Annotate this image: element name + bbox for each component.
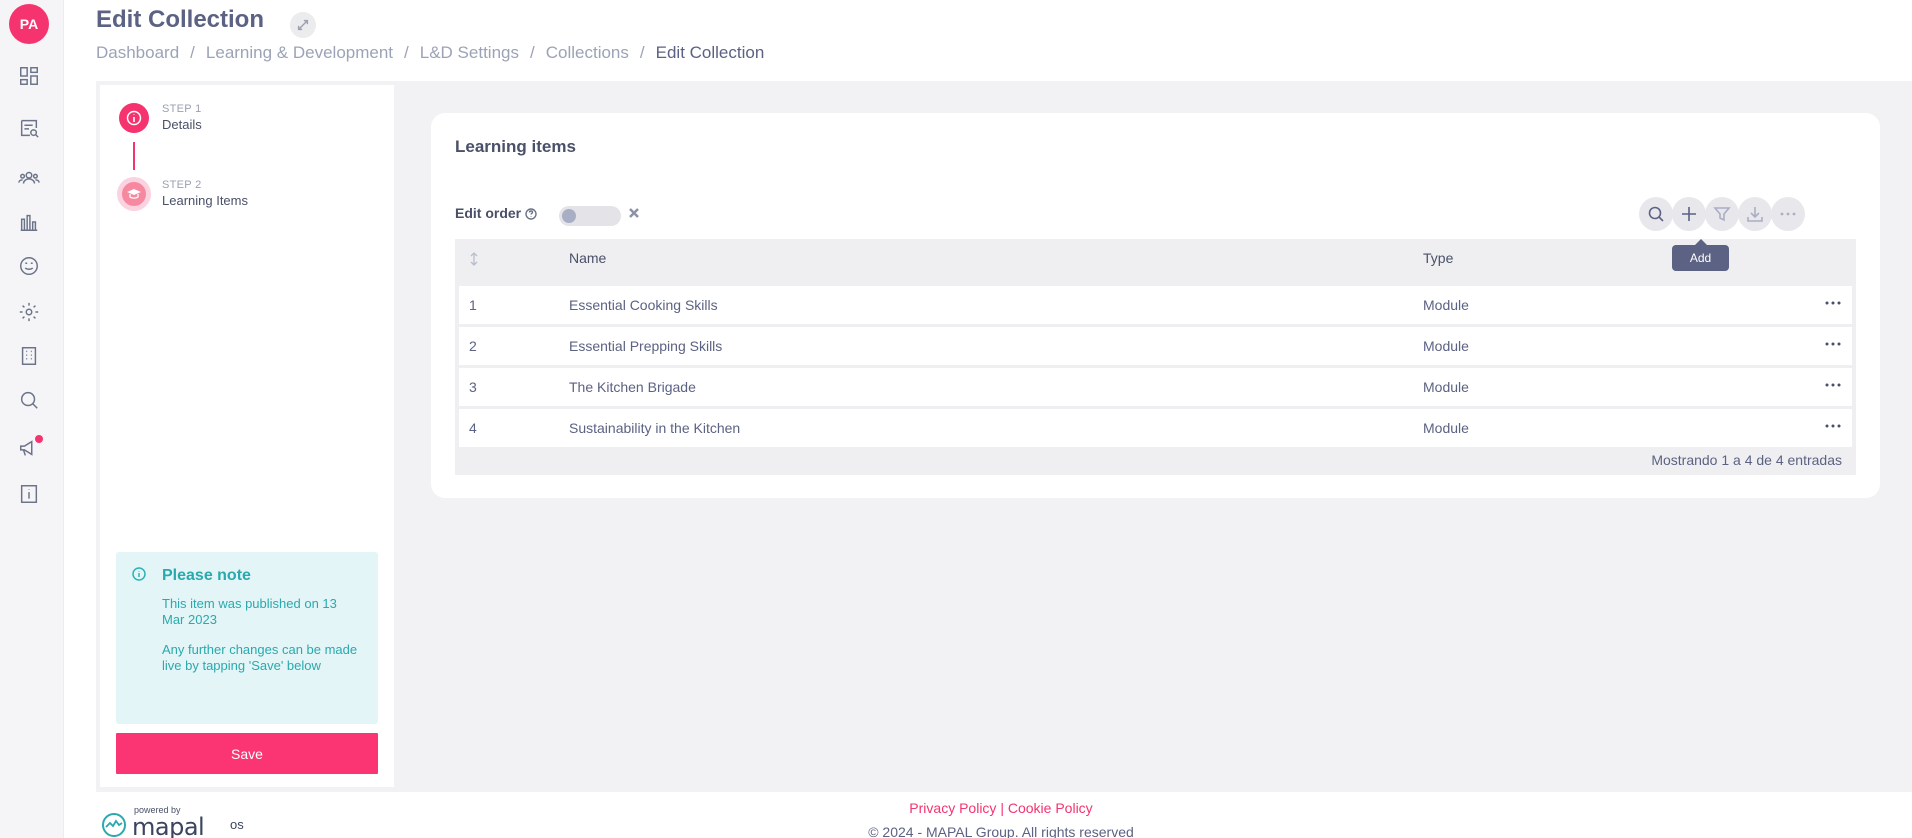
search-button[interactable] (1639, 197, 1673, 231)
row-actions-icon[interactable] (1822, 294, 1844, 312)
avatar[interactable]: PA (9, 4, 49, 44)
info-book-icon[interactable] (17, 482, 41, 506)
megaphone-icon[interactable] (17, 435, 43, 460)
sort-icon[interactable] (469, 252, 479, 266)
search-icon (1648, 206, 1664, 222)
dashboard-icon[interactable] (17, 64, 41, 88)
card-title: Learning items (455, 137, 576, 156)
toggle-knob (562, 209, 576, 223)
table-row[interactable]: 3 The Kitchen Brigade Module (459, 368, 1852, 406)
search-icon[interactable] (17, 388, 41, 412)
ellipsis-icon (1780, 212, 1796, 216)
step-connector (133, 142, 135, 170)
column-name[interactable]: Name (569, 250, 606, 266)
row-type: Module (1423, 420, 1469, 436)
graduation-cap-icon (122, 182, 146, 206)
info-icon (132, 567, 146, 581)
smiley-icon[interactable] (17, 254, 41, 278)
download-button[interactable] (1738, 197, 1772, 231)
copyright: © 2024 - MAPAL Group. All rights reserve… (868, 824, 1134, 838)
plus-icon (1682, 207, 1696, 221)
report-search-icon[interactable] (17, 116, 41, 140)
row-name: The Kitchen Brigade (569, 379, 696, 395)
learning-items-table: Name Type 1 Essential Cooking Skills Mod… (455, 239, 1856, 475)
breadcrumb-ld-settings[interactable]: L&D Settings (420, 43, 519, 63)
table-row[interactable]: 4 Sustainability in the Kitchen Module (459, 409, 1852, 447)
row-type: Module (1423, 338, 1469, 354)
row-type: Module (1423, 297, 1469, 313)
row-index: 3 (469, 379, 477, 395)
privacy-policy-link[interactable]: Privacy Policy (909, 800, 996, 816)
breadcrumb-dashboard[interactable]: Dashboard (96, 43, 179, 63)
row-index: 1 (469, 297, 477, 313)
add-tooltip: Add (1672, 239, 1729, 271)
table-row[interactable]: 2 Essential Prepping Skills Module (459, 327, 1852, 365)
breadcrumb: Dashboard / Learning & Development / L&D… (96, 43, 765, 63)
help-icon[interactable] (525, 207, 537, 220)
table-row[interactable]: 1 Essential Cooking Skills Module (459, 286, 1852, 324)
column-type[interactable]: Type (1423, 250, 1453, 266)
more-options-button[interactable] (1771, 197, 1805, 231)
step-1-label[interactable]: Details (162, 117, 202, 132)
page-title: Edit Collection (96, 6, 264, 33)
cookie-policy-link[interactable]: Cookie Policy (1008, 800, 1093, 816)
step-1-number: STEP 1 (162, 103, 202, 115)
breadcrumb-learning-development[interactable]: Learning & Development (206, 43, 393, 63)
building-icon[interactable] (17, 344, 41, 368)
learning-items-card: Learning items Edit order Name Type 1 Es… (431, 113, 1880, 498)
step-learning-items[interactable] (117, 177, 151, 211)
step-details-info-icon[interactable] (119, 103, 149, 133)
settings-icon[interactable] (17, 300, 41, 324)
row-actions-icon[interactable] (1822, 335, 1844, 353)
breadcrumb-current: Edit Collection (655, 43, 765, 62)
row-actions-icon[interactable] (1822, 417, 1844, 435)
footer-links: Privacy Policy | Cookie Policy (0, 800, 1912, 816)
side-rail: PA (0, 0, 64, 838)
publish-note: Please note This item was published on 1… (116, 552, 378, 724)
row-actions-icon[interactable] (1822, 376, 1844, 394)
note-changes-text: Any further changes can be made live by … (162, 642, 358, 673)
add-button[interactable] (1672, 197, 1706, 231)
edit-order-label: Edit order (455, 205, 537, 221)
download-icon (1747, 207, 1763, 222)
filter-icon (1713, 207, 1731, 222)
notification-dot (35, 435, 43, 443)
edit-order-toggle[interactable] (559, 206, 621, 226)
row-index: 2 (469, 338, 477, 354)
analytics-icon[interactable] (17, 210, 41, 234)
save-button[interactable]: Save (116, 733, 378, 774)
table-pagination-info: Mostrando 1 a 4 de 4 entradas (1651, 452, 1842, 468)
note-published-text: This item was published on 13 Mar 2023 (162, 596, 337, 627)
breadcrumb-collections[interactable]: Collections (546, 43, 629, 63)
people-icon[interactable] (17, 166, 41, 190)
row-name: Essential Prepping Skills (569, 338, 723, 354)
footer-divider: | (1000, 800, 1004, 816)
step-2-label[interactable]: Learning Items (162, 193, 248, 208)
row-name: Sustainability in the Kitchen (569, 420, 741, 436)
note-title: Please note (162, 567, 251, 584)
table-header: Name Type (455, 239, 1856, 279)
filter-button[interactable] (1705, 197, 1739, 231)
step-2-number: STEP 2 (162, 179, 202, 191)
expand-icon[interactable] (290, 12, 316, 38)
row-type: Module (1423, 379, 1469, 395)
stepper-panel: STEP 1 Details STEP 2 Learning Items Ple… (100, 85, 394, 787)
row-name: Essential Cooking Skills (569, 297, 718, 313)
row-index: 4 (469, 420, 477, 436)
close-icon[interactable] (628, 206, 644, 222)
